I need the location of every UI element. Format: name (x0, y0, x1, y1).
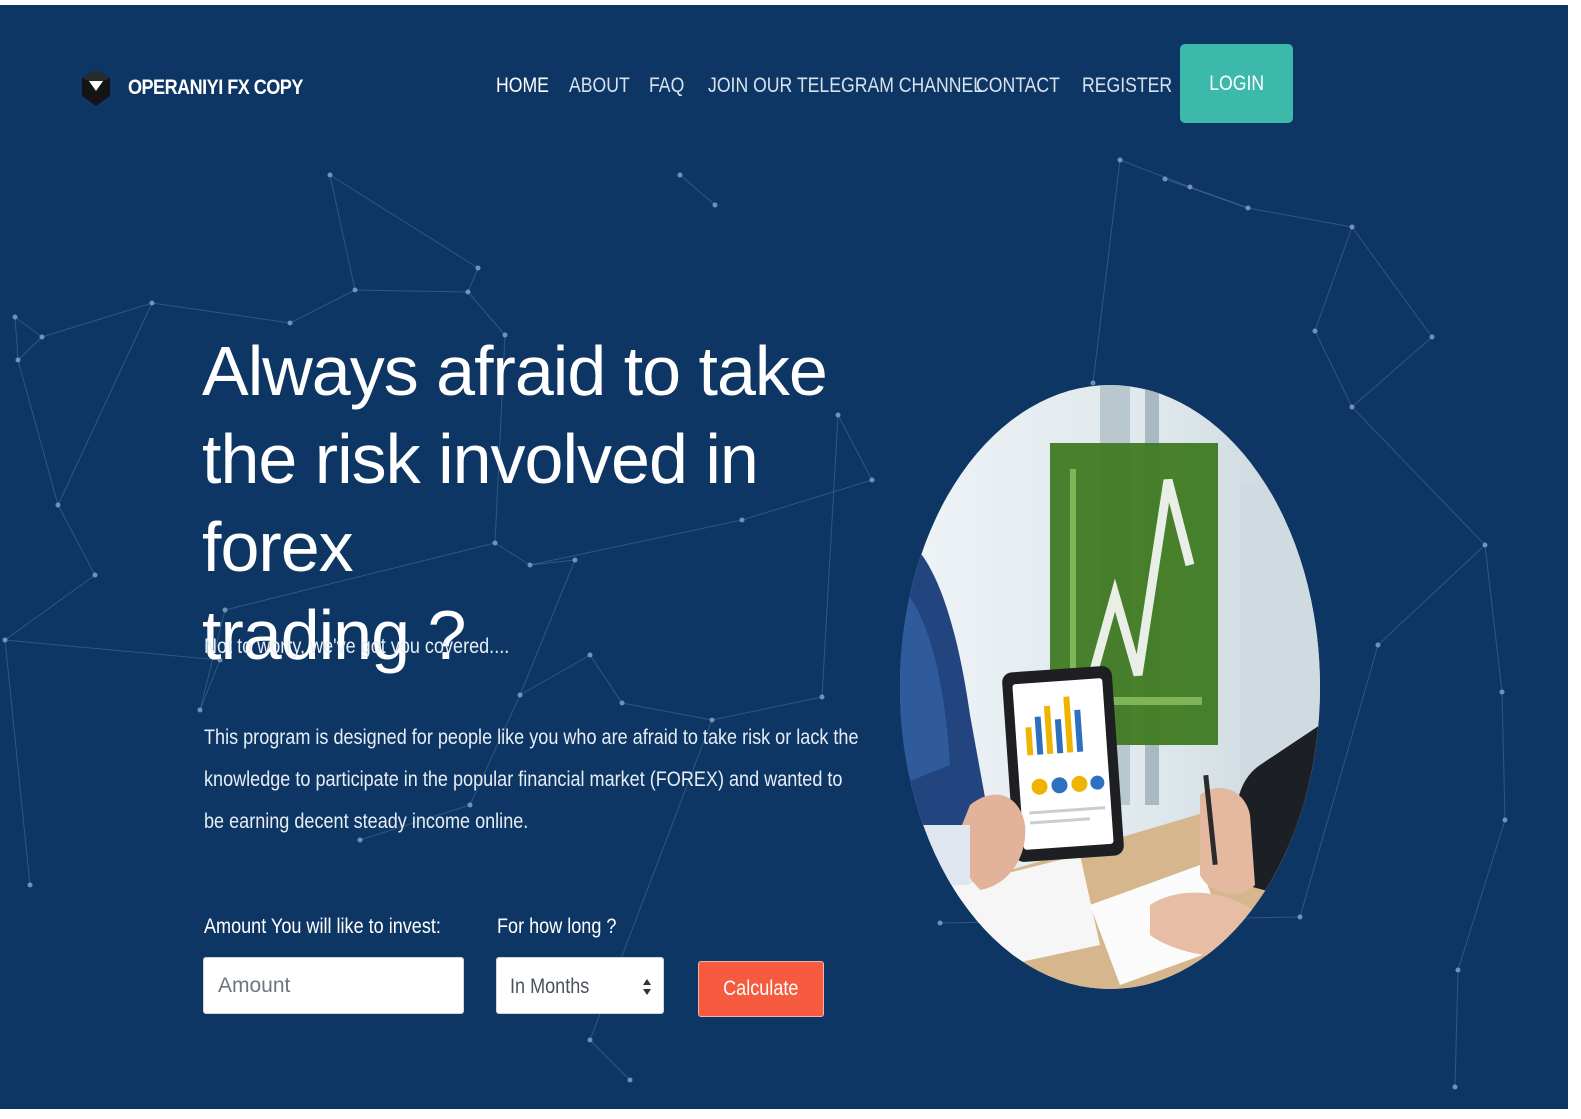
hero-photo (900, 385, 1320, 989)
nav-contact[interactable]: CONTACT (976, 71, 1060, 101)
nav-telegram[interactable]: JOIN OUR TELEGRAM CHANNEL (708, 71, 983, 101)
nav-faq[interactable]: FAQ (649, 71, 684, 101)
brand[interactable]: OPERANIYI FX COPY (80, 69, 331, 107)
headline-line-2: the risk involved in forex (202, 420, 759, 586)
nav-register[interactable]: REGISTER (1082, 71, 1172, 101)
login-button-label: LOGIN (1209, 71, 1264, 95)
hero-description: This program is designed for people like… (204, 726, 859, 833)
amount-input[interactable] (203, 957, 464, 1014)
nav-about[interactable]: ABOUT (569, 71, 630, 101)
duration-select-value: In Months (510, 975, 590, 998)
hero-subheadline: Not to worry, we've got you covered.... (204, 635, 510, 658)
login-button[interactable]: LOGIN (1180, 44, 1293, 123)
duration-label: For how long ? (497, 915, 617, 938)
duration-select[interactable]: In Months (496, 957, 664, 1014)
calculate-button-label: Calculate (723, 977, 799, 1000)
select-arrows-icon (643, 979, 651, 995)
cube-logo-icon (82, 70, 110, 106)
brand-name: OPERANIYI FX COPY (128, 76, 303, 99)
amount-label: Amount You will like to invest: (204, 915, 441, 938)
hero-section: OPERANIYI FX COPY HOME ABOUT FAQ JOIN OU… (0, 5, 1568, 1109)
headline-line-1: Always afraid to take (202, 332, 828, 410)
nav-home[interactable]: HOME (496, 71, 549, 101)
hero-headline: Always afraid to take the risk involved … (202, 327, 922, 679)
calculate-button[interactable]: Calculate (698, 961, 824, 1017)
